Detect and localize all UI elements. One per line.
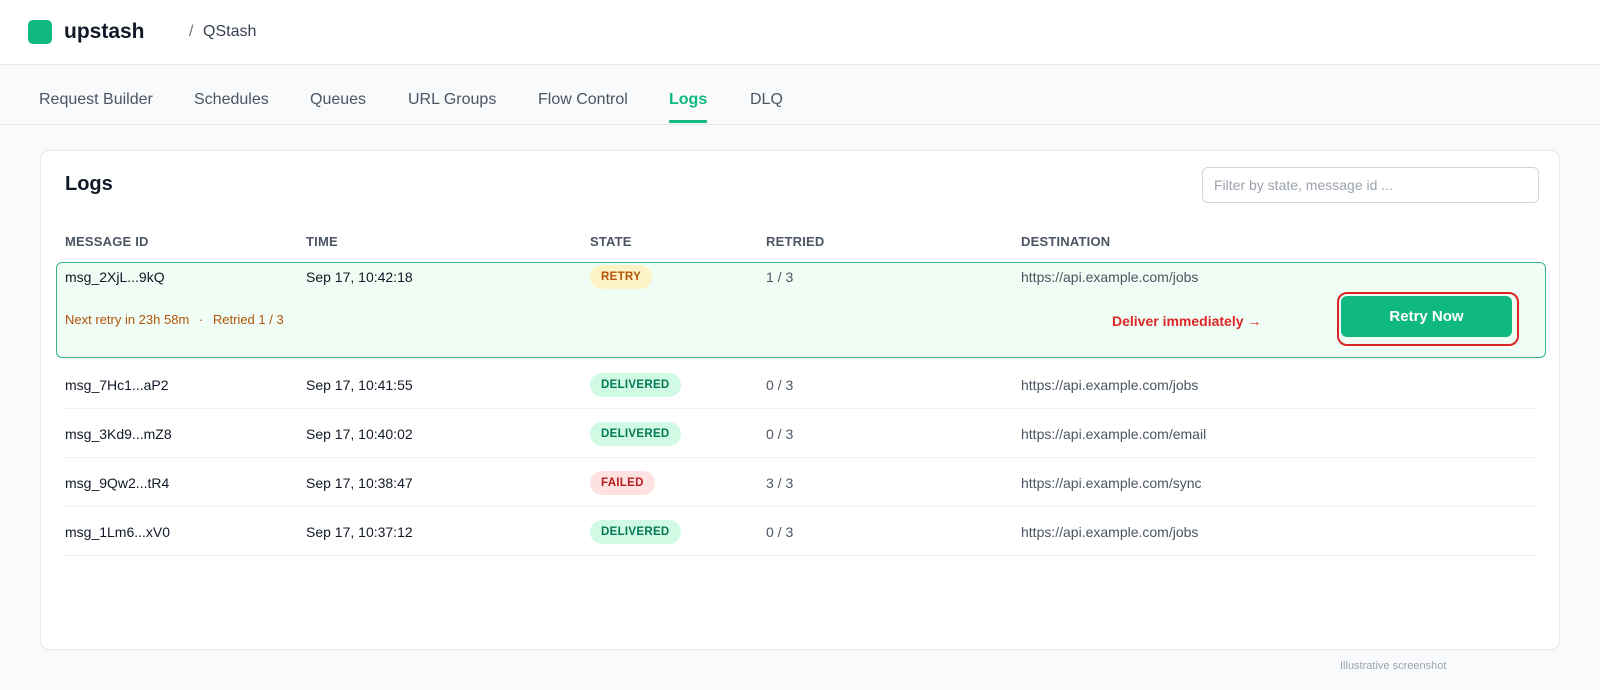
status-badge-retry: RETRY bbox=[590, 265, 653, 289]
destination-url: https://api.example.com/sync bbox=[1021, 475, 1202, 491]
status-badge-delivered: DELIVERED bbox=[590, 373, 681, 397]
message-id[interactable]: msg_9Qw2...tR4 bbox=[65, 475, 169, 491]
status-badge-failed: FAILED bbox=[590, 471, 655, 495]
row-divider bbox=[65, 555, 1537, 556]
column-header-retried: RETRIED bbox=[766, 234, 825, 249]
destination-url: https://api.example.com/jobs bbox=[1021, 524, 1199, 540]
message-time: Sep 17, 10:37:12 bbox=[306, 524, 413, 540]
column-header-message-id: MESSAGE ID bbox=[65, 234, 149, 249]
row-divider bbox=[65, 408, 1537, 409]
message-id[interactable]: msg_7Hc1...aP2 bbox=[65, 377, 169, 393]
tab-logs[interactable]: Logs bbox=[669, 91, 707, 109]
tab-dlq[interactable]: DLQ bbox=[750, 91, 783, 109]
retried-count: 0 / 3 bbox=[766, 426, 794, 442]
destination-url: https://api.example.com/jobs bbox=[1021, 269, 1199, 285]
destination-url: https://api.example.com/email bbox=[1021, 426, 1207, 442]
tab-queues[interactable]: Queues bbox=[310, 91, 366, 109]
illustrative-footnote: Illustrative screenshot bbox=[1340, 660, 1447, 672]
retry-info-separator: · bbox=[198, 312, 204, 327]
message-id[interactable]: msg_2XjL...9kQ bbox=[65, 269, 165, 285]
retry-now-button[interactable]: Retry Now bbox=[1341, 296, 1512, 337]
message-time: Sep 17, 10:41:55 bbox=[306, 377, 413, 393]
filter-input[interactable] bbox=[1202, 167, 1539, 203]
message-id[interactable]: msg_1Lm6...xV0 bbox=[65, 524, 170, 540]
retried-count: 0 / 3 bbox=[766, 524, 794, 540]
tab-schedules[interactable]: Schedules bbox=[194, 91, 269, 109]
breadcrumb-separator: / bbox=[189, 23, 194, 40]
tab-flow-control[interactable]: Flow Control bbox=[538, 91, 628, 109]
logs-title: Logs bbox=[65, 173, 113, 195]
row-divider bbox=[65, 457, 1537, 458]
column-header-destination: DESTINATION bbox=[1021, 234, 1111, 249]
row-divider bbox=[65, 506, 1537, 507]
active-tab-indicator bbox=[669, 120, 707, 123]
message-time: Sep 17, 10:38:47 bbox=[306, 475, 413, 491]
retry-info: Next retry in 23h 58m · Retried 1 / 3 bbox=[65, 312, 284, 327]
breadcrumb-qstash[interactable]: QStash bbox=[203, 23, 256, 41]
top-bar: upstash / QStash bbox=[0, 0, 1600, 65]
tab-bar: Request Builder Schedules Queues URL Gro… bbox=[0, 65, 1600, 125]
status-badge-delivered: DELIVERED bbox=[590, 422, 681, 446]
column-header-time: TIME bbox=[306, 234, 338, 249]
annotation-deliver-immediately: Deliver immediately → bbox=[1112, 313, 1262, 329]
column-header-state: STATE bbox=[590, 234, 632, 249]
retried-note-text: Retried 1 / 3 bbox=[212, 312, 284, 327]
destination-url: https://api.example.com/jobs bbox=[1021, 377, 1199, 393]
logs-card: Logs MESSAGE ID TIME STATE RETRIED DESTI… bbox=[40, 150, 1560, 650]
retried-count: 3 / 3 bbox=[766, 475, 794, 491]
tab-url-groups[interactable]: URL Groups bbox=[408, 91, 496, 109]
table-row-expanded[interactable] bbox=[56, 262, 1546, 358]
upstash-logo-icon[interactable] bbox=[28, 20, 52, 44]
status-badge-delivered: DELIVERED bbox=[590, 520, 681, 544]
message-time: Sep 17, 10:40:02 bbox=[306, 426, 413, 442]
message-id[interactable]: msg_3Kd9...mZ8 bbox=[65, 426, 172, 442]
brand-name[interactable]: upstash bbox=[64, 20, 145, 44]
retried-count: 0 / 3 bbox=[766, 377, 794, 393]
tab-request-builder[interactable]: Request Builder bbox=[39, 91, 153, 109]
retried-count: 1 / 3 bbox=[766, 269, 794, 285]
message-time: Sep 17, 10:42:18 bbox=[306, 269, 413, 285]
next-retry-text: Next retry in 23h 58m bbox=[65, 312, 190, 327]
